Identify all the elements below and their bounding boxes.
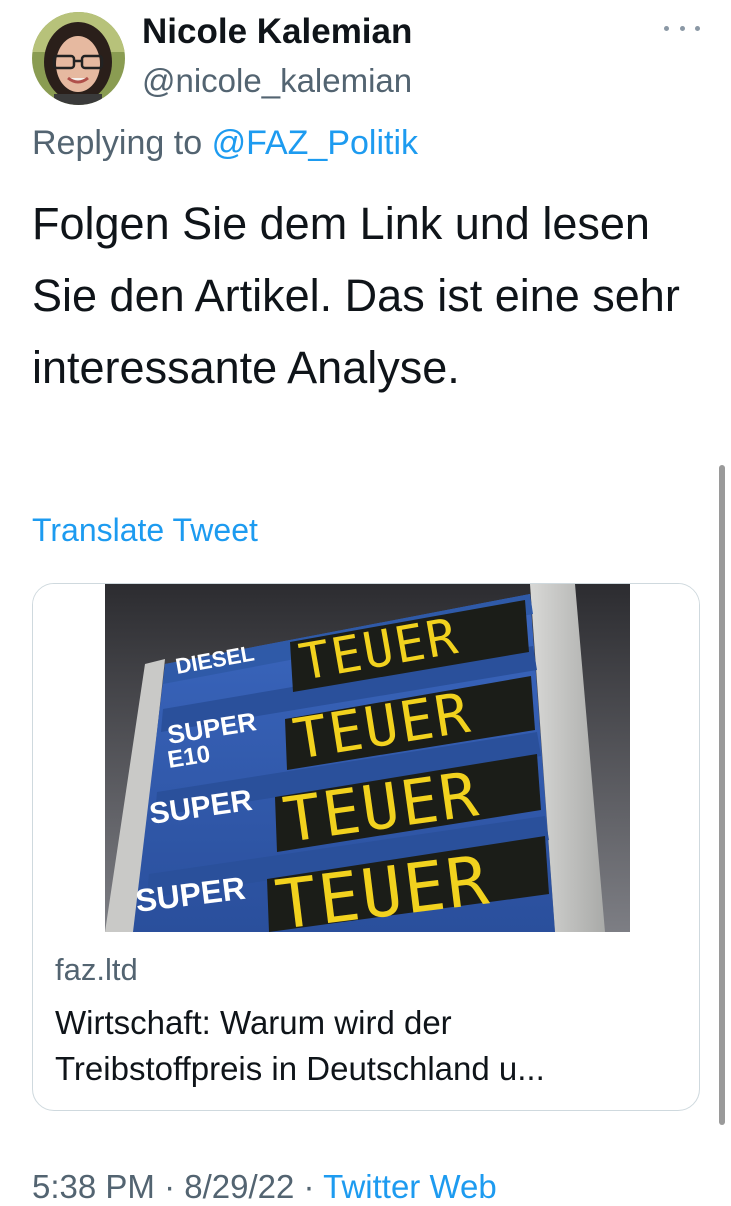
- scrollbar[interactable]: [719, 465, 725, 1125]
- reply-mention-link[interactable]: @FAZ_Politik: [212, 124, 418, 162]
- card-title-line-2: Treibstoffpreis in Deutschland u...: [55, 1050, 545, 1087]
- tweet-meta: 5:38 PM · 8/29/22 · Twitter Web: [32, 1168, 497, 1206]
- reply-context: Replying to @FAZ_Politik: [32, 124, 418, 163]
- avatar[interactable]: [32, 12, 125, 105]
- more-options-button[interactable]: [664, 18, 700, 38]
- author-handle[interactable]: @nicole_kalemian: [142, 62, 412, 100]
- tweet-time[interactable]: 5:38 PM: [32, 1168, 155, 1205]
- more-horizontal-icon: [664, 25, 700, 31]
- translate-tweet-link[interactable]: Translate Tweet: [32, 512, 258, 549]
- tweet-source-link[interactable]: Twitter Web: [323, 1168, 497, 1205]
- tweet-text: Folgen Sie dem Link und lesen Sie den Ar…: [32, 198, 680, 393]
- meta-separator-1: ·: [164, 1168, 176, 1205]
- card-domain: faz.ltd: [55, 952, 138, 987]
- avatar-image: [32, 12, 125, 105]
- author-name[interactable]: Nicole Kalemian: [142, 12, 412, 52]
- link-preview-card[interactable]: DIESEL SUPER E10 SUPER SUPER TEUER TEUER…: [32, 583, 700, 1111]
- tweet-date[interactable]: 8/29/22: [184, 1168, 294, 1205]
- card-body: faz.ltd Wirtschaft: Warum wird der Treib…: [55, 952, 685, 1092]
- fuel-price-sign-image: DIESEL SUPER E10 SUPER SUPER TEUER TEUER…: [105, 584, 630, 932]
- card-title-line-1: Wirtschaft: Warum wird der: [55, 1004, 452, 1041]
- card-image: DIESEL SUPER E10 SUPER SUPER TEUER TEUER…: [33, 584, 699, 932]
- card-title: Wirtschaft: Warum wird der Treibstoffpre…: [55, 1000, 680, 1092]
- meta-separator-2: ·: [303, 1168, 315, 1205]
- reply-prefix: Replying to: [32, 124, 203, 162]
